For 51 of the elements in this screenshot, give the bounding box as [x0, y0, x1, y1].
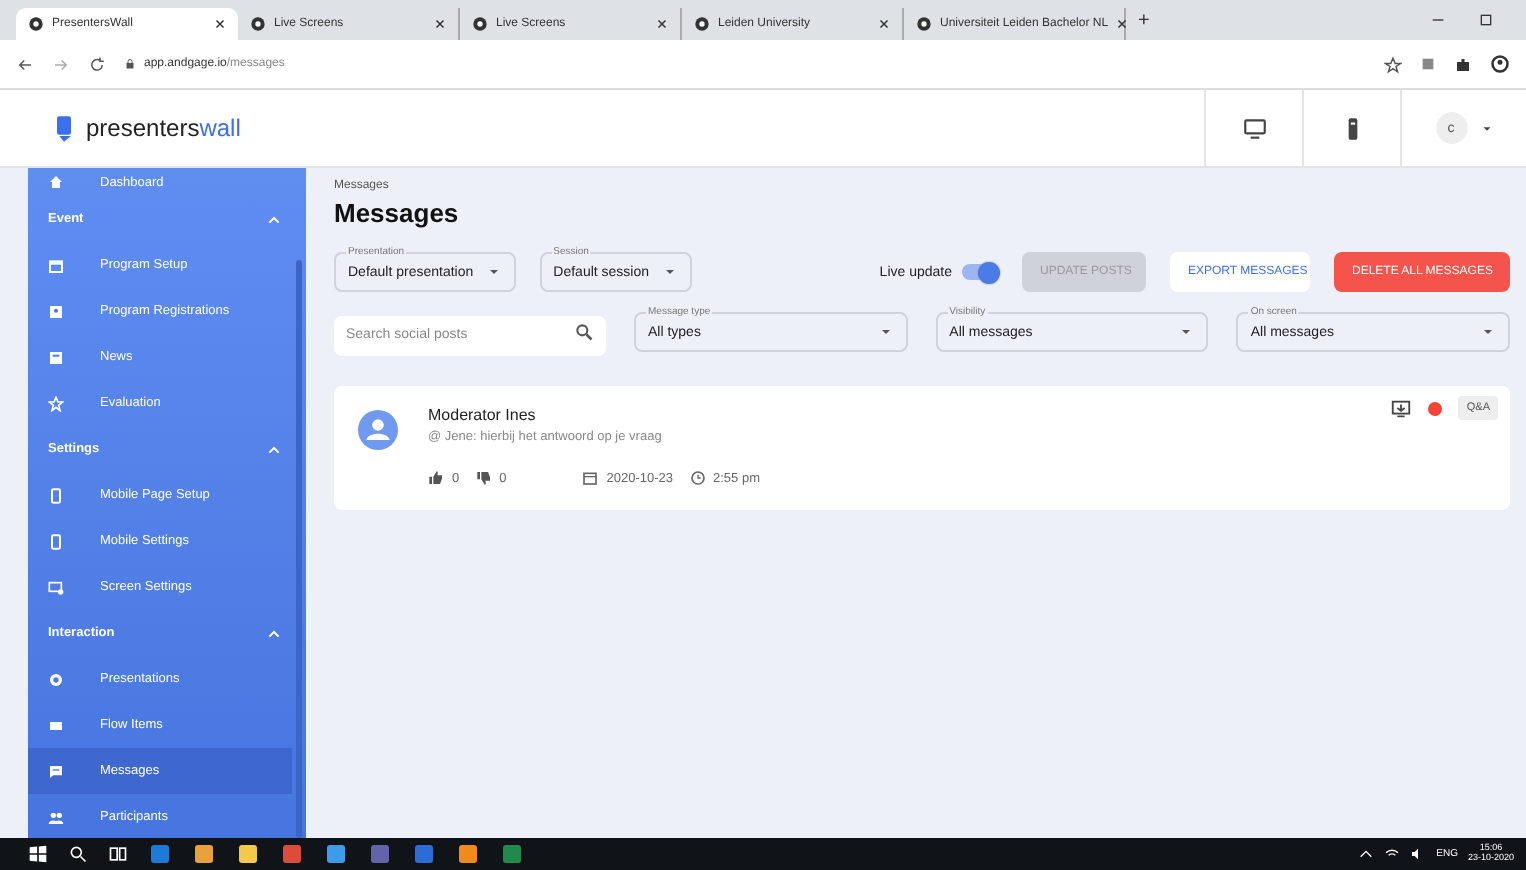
caret-icon — [1178, 324, 1195, 340]
rectangle-icon — [48, 717, 64, 733]
phone-icon — [48, 487, 64, 503]
calendar-icon — [48, 257, 64, 273]
toggle-switch[interactable] — [962, 264, 998, 280]
close-icon — [214, 18, 226, 30]
lock-icon — [124, 58, 136, 70]
clock-icon — [689, 470, 705, 486]
search-icon — [574, 322, 594, 342]
id-card-icon — [48, 303, 64, 319]
screen-icon[interactable] — [1390, 397, 1413, 419]
maximize-icon — [1478, 12, 1494, 28]
thumbs-down-icon[interactable] — [475, 470, 492, 486]
caret-icon[interactable] — [1479, 121, 1493, 135]
avatar-icon — [358, 410, 398, 450]
monitor-icon[interactable] — [1241, 115, 1267, 141]
close-icon — [1116, 18, 1129, 30]
task-view-icon[interactable] — [108, 844, 128, 864]
close-icon — [878, 18, 890, 30]
reload-icon — [88, 55, 106, 73]
wifi-icon[interactable] — [1384, 846, 1401, 862]
forward-icon — [52, 55, 70, 73]
phone-icon — [48, 533, 64, 549]
back-icon — [16, 55, 34, 73]
thumbs-up-icon[interactable] — [428, 470, 444, 486]
caret-icon — [661, 264, 678, 280]
author-name: Moderator Ines — [428, 406, 536, 424]
logo-text: presenterswall — [86, 114, 241, 142]
close-icon — [656, 18, 668, 30]
search-icon[interactable] — [68, 844, 88, 864]
page-title: Messages — [334, 198, 461, 228]
close-icon — [434, 18, 446, 30]
scrollbar[interactable] — [296, 260, 302, 838]
calendar-icon — [582, 470, 599, 486]
circle-icon — [48, 671, 64, 687]
profile-icon[interactable] — [1490, 54, 1510, 74]
new-tab-button[interactable]: + — [1126, 9, 1162, 31]
caret-icon — [1480, 324, 1497, 340]
caret-icon — [877, 324, 894, 340]
screen-icon — [48, 579, 64, 595]
star-icon[interactable] — [1384, 55, 1402, 73]
status-dot[interactable] — [1428, 401, 1443, 415]
chevron-up-icon[interactable] — [266, 211, 282, 227]
tray-icon[interactable] — [1358, 846, 1375, 862]
star-icon — [48, 395, 64, 411]
chevron-up-icon[interactable] — [266, 441, 282, 457]
chevron-up-icon[interactable] — [266, 625, 282, 641]
windows-icon[interactable] — [28, 844, 48, 864]
people-icon — [48, 809, 64, 825]
caret-icon — [485, 264, 502, 280]
home-icon — [48, 174, 64, 190]
